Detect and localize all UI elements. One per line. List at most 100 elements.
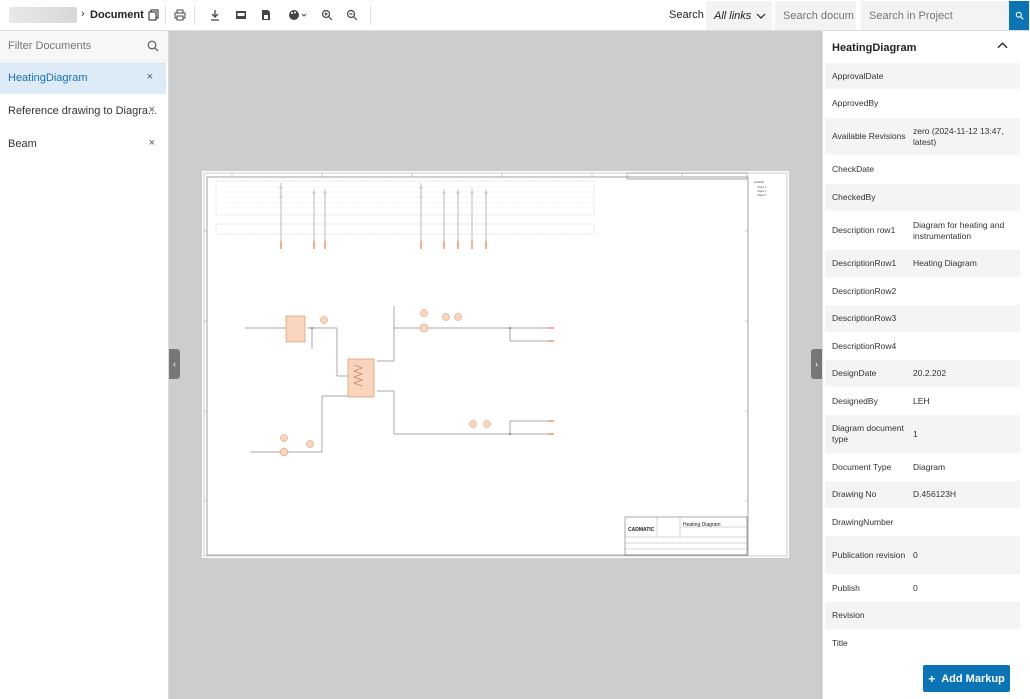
zoom-in-icon[interactable] (320, 8, 334, 22)
collapse-left-panel-button[interactable]: ‹ (169, 349, 180, 379)
property-row: DescriptionRow3 (825, 305, 1020, 333)
drawing-sheet[interactable]: LEGEND Object 1 Object 2 Object 3 CADMAT… (202, 171, 789, 558)
links-filter-value: All links (714, 9, 752, 22)
property-value: 1 (913, 428, 918, 439)
palette-icon[interactable] (287, 8, 309, 22)
search-button[interactable] (1009, 1, 1029, 30)
filter-row (0, 31, 168, 61)
property-row: Revision (825, 602, 1020, 630)
download-icon[interactable] (208, 8, 222, 22)
property-key: Description row1 (832, 225, 896, 235)
property-value: zero (2024-11-12 13:47, latest) (913, 125, 1004, 147)
toolbar: › Document Search All links (0, 0, 1030, 31)
property-key: DesignDate (832, 368, 877, 378)
property-row: Description row1 Diagram for heating and … (825, 212, 1020, 250)
properties-panel: HeatingDiagram ApprovalDate ApprovedBy A… (822, 31, 1030, 699)
breadcrumb-parent[interactable] (9, 7, 77, 23)
property-key: DescriptionRow3 (832, 313, 897, 323)
search-document-input[interactable] (775, 1, 856, 30)
drawing-title-block-title: Heating Diagram (683, 522, 721, 528)
property-key: DescriptionRow1 (832, 258, 897, 268)
drawing-viewer[interactable]: ‹ › LEGEND Object 1 Object 2 Object 3 CA… (169, 31, 822, 699)
add-markup-label: Add Markup (941, 672, 1005, 685)
property-row: DesignDate 20.2.202 (825, 360, 1020, 388)
documents-panel: HeatingDiagram × Reference drawing to Di… (0, 31, 169, 699)
image-icon[interactable] (234, 8, 248, 22)
property-key: Available Revisions (832, 131, 906, 141)
property-row: Drawing No D.456123H (825, 481, 1020, 509)
document-tab-reference-drawing[interactable]: Reference drawing to Diagra... × (0, 95, 168, 127)
property-row: Title (825, 630, 1020, 657)
filter-documents-input[interactable] (8, 39, 138, 52)
property-row: CheckDate (825, 156, 1020, 184)
document-label: Reference drawing to Diagra... (8, 105, 158, 117)
save-icon[interactable] (259, 8, 273, 22)
property-value: Diagram for heating and instrumentation (913, 219, 1005, 241)
property-value: 20.2.202 (913, 368, 947, 378)
property-key: CheckDate (832, 164, 875, 174)
property-key: Publication revision (832, 549, 906, 560)
document-tab-beam[interactable]: Beam × (0, 128, 168, 160)
close-icon[interactable]: × (147, 71, 153, 83)
property-row: Available Revisions zero (2024-11-12 13:4… (825, 118, 1020, 156)
property-key: DrawingNumber (832, 516, 894, 527)
print-icon[interactable] (173, 8, 187, 22)
heating-diagram-drawing: LEGENDObject 1Object 2Object 3 CADMATIC … (203, 172, 788, 557)
copy-icon[interactable] (147, 8, 161, 22)
property-row: DescriptionRow4 (825, 333, 1020, 360)
property-row: ApprovalDate (825, 63, 1020, 90)
property-row: DescriptionRow2 (825, 278, 1020, 305)
property-key: DesignedBy (832, 395, 878, 406)
search-icon[interactable] (147, 39, 159, 57)
property-value: Heating Diagram (913, 258, 977, 268)
svg-text:LEGEND: LEGEND (754, 181, 764, 184)
property-row: DesignedBy LEH (825, 388, 1020, 415)
chevron-down-icon (756, 11, 766, 21)
svg-text:Object 2: Object 2 (757, 190, 767, 193)
property-key: DescriptionRow2 (832, 285, 897, 296)
search-icon (1015, 11, 1024, 20)
breadcrumb-title: Document (90, 9, 144, 21)
properties-list: ApprovalDate ApprovedBy Available Revisi… (825, 63, 1020, 657)
search-label: Search (669, 9, 704, 21)
property-row: Diagram document type 1 (825, 415, 1020, 454)
property-value: 0 (913, 582, 918, 593)
property-key: Diagram document type (832, 423, 904, 444)
chevron-up-icon[interactable] (997, 40, 1008, 52)
document-tab-heatingdiagram[interactable]: HeatingDiagram × (0, 62, 166, 94)
property-value: D.456123H (913, 489, 957, 499)
property-key: Publish (832, 582, 860, 593)
property-value: 0 (913, 549, 918, 560)
property-row: Publication revision 0 (825, 536, 1020, 575)
property-row: CheckedBy (825, 184, 1020, 212)
property-key: CheckedBy (832, 192, 876, 202)
property-key: ApprovedBy (832, 98, 879, 108)
property-row: DrawingNumber (825, 509, 1020, 536)
property-row: ApprovedBy (825, 90, 1020, 118)
property-row: Publish 0 (825, 575, 1020, 602)
drawing-company-logo: CADMATIC (628, 527, 655, 533)
property-value: LEH (913, 395, 930, 406)
property-row: DescriptionRow1 Heating Diagram (825, 250, 1020, 278)
document-label: Beam (8, 138, 37, 150)
property-key: Title (832, 637, 848, 648)
properties-header: HeatingDiagram (823, 31, 1030, 64)
collapse-right-panel-button[interactable]: › (811, 349, 822, 379)
property-row: Document Type Diagram (825, 454, 1020, 481)
close-icon[interactable]: × (149, 137, 155, 149)
add-markup-button[interactable]: + Add Markup (923, 665, 1010, 692)
property-key: Revision (832, 610, 865, 620)
links-filter-dropdown[interactable]: All links (706, 1, 772, 30)
property-key: Document Type (832, 461, 892, 472)
properties-title: HeatingDiagram (832, 41, 917, 54)
property-value: Diagram (913, 461, 946, 472)
property-key: DescriptionRow4 (832, 340, 897, 351)
svg-text:Object 1: Object 1 (757, 186, 767, 189)
search-project-input[interactable] (861, 1, 1009, 30)
zoom-out-icon[interactable] (345, 8, 359, 22)
app-window: › Document Search All links Search docum… (0, 0, 1030, 699)
document-label: HeatingDiagram (8, 72, 88, 84)
plus-icon: + (928, 671, 936, 686)
breadcrumb-chevron-icon: › (81, 8, 85, 20)
close-icon[interactable]: × (149, 104, 155, 116)
